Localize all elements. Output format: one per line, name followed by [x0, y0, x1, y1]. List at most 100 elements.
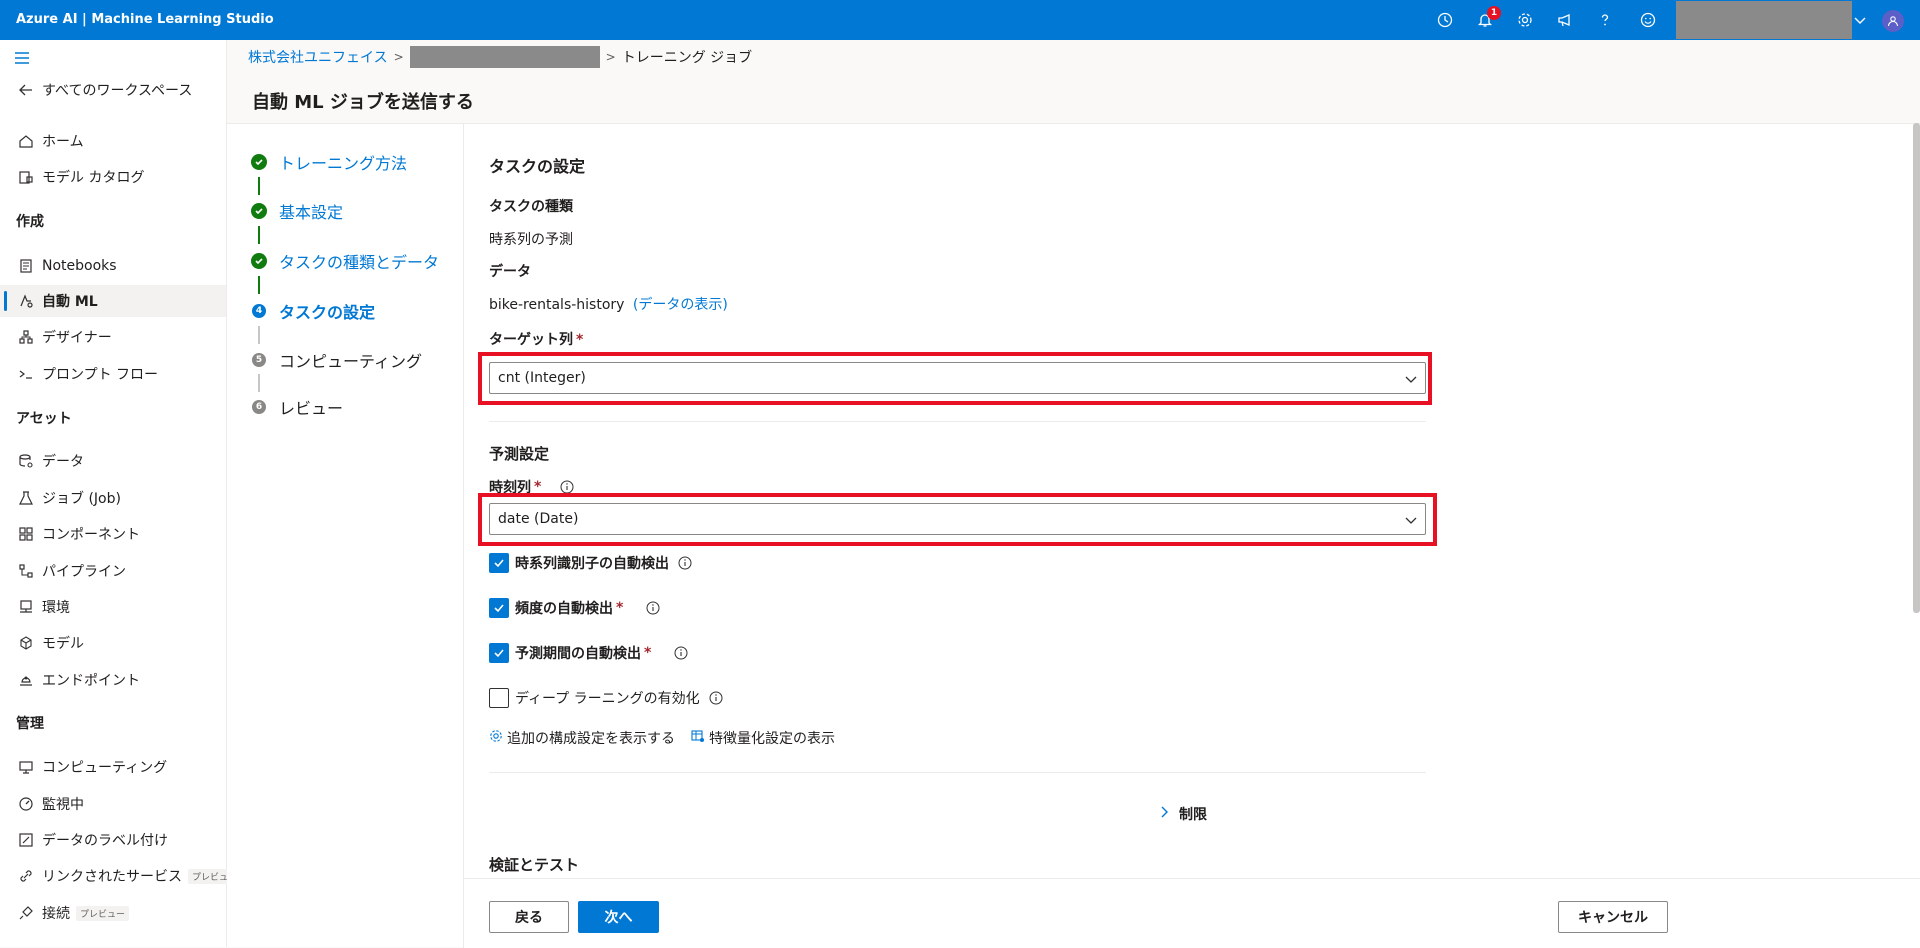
gear-icon[interactable]	[1513, 8, 1537, 32]
task-type-value: 時系列の予測	[489, 232, 573, 248]
step-number-badge: 4	[252, 304, 266, 318]
limits-expander[interactable]: 制限	[1157, 804, 1207, 824]
sidebar-item-pipelines[interactable]: パイプライン	[16, 559, 126, 583]
top-bar: Azure AI | Machine Learning Studio 1	[0, 0, 1920, 40]
dataset-name: bike-rentals-history	[489, 297, 625, 313]
info-icon[interactable]	[645, 600, 661, 616]
app-title[interactable]: Azure AI | Machine Learning Studio	[16, 12, 274, 27]
avatar[interactable]	[1882, 10, 1904, 32]
view-data-link[interactable]: (データの表示)	[633, 297, 728, 313]
sidebar-item-monitoring[interactable]: 監視中	[16, 792, 84, 816]
notification-badge: 1	[1487, 6, 1501, 20]
wizard-steps: トレーニング方法 基本設定 タスクの種類とデータ 4 タスクの設定 5 コンピュ…	[227, 124, 464, 948]
info-icon[interactable]	[673, 645, 689, 661]
step-number-badge: 6	[252, 400, 266, 414]
sidebar-item-linked-services[interactable]: リンクされたサービス プレビュー	[16, 864, 242, 888]
smiley-icon[interactable]	[1636, 8, 1660, 32]
preview-tag: プレビュー	[76, 905, 130, 921]
megaphone-icon[interactable]	[1553, 8, 1577, 32]
check-icon	[251, 154, 267, 170]
wizard-content: タスクの設定 タスクの種類 時系列の予測 データ bike-rentals-hi…	[464, 124, 1920, 878]
step-basic-settings[interactable]: 基本設定	[251, 199, 343, 223]
chevron-down-icon	[1403, 371, 1419, 387]
sidebar-item-endpoints[interactable]: エンドポイント	[16, 668, 140, 692]
sidebar-item-automl[interactable]: 自動 ML	[16, 289, 98, 313]
checkbox-checked-icon	[489, 643, 509, 663]
component-icon	[16, 524, 36, 544]
page-title: 自動 ML ジョブを送信する	[252, 92, 474, 113]
sidebar-item-environments[interactable]: 環境	[16, 595, 70, 619]
step-connector	[258, 326, 260, 344]
gear-icon	[489, 729, 503, 747]
link-icon	[16, 866, 36, 886]
prompt-flow-icon	[16, 364, 36, 384]
chevron-right-icon: >	[393, 50, 404, 64]
sidebar-item-jobs[interactable]: ジョブ (Job)	[16, 486, 121, 510]
notebook-icon	[16, 256, 36, 276]
step-connector	[258, 226, 260, 244]
bell-icon[interactable]: 1	[1473, 6, 1501, 32]
home-icon	[16, 131, 36, 151]
data-value: bike-rentals-history (データの表示)	[489, 294, 728, 314]
breadcrumb-root[interactable]: 株式会社ユニフェイス	[248, 47, 388, 67]
sidebar-item-data-labeling[interactable]: データのラベル付け	[16, 828, 168, 852]
checkbox-auto-detect-horizon[interactable]: 予測期間の自動検出 *	[489, 643, 689, 663]
sidebar-item-components[interactable]: コンポーネント	[16, 522, 140, 546]
back-button[interactable]: 戻る	[489, 901, 569, 933]
back-to-workspaces[interactable]: すべてのワークスペース	[16, 78, 192, 102]
sidebar-item-model-catalog[interactable]: モデル カタログ	[16, 165, 144, 189]
data-label: データ	[489, 264, 531, 280]
checkbox-checked-icon	[489, 598, 509, 618]
history-icon[interactable]	[1433, 8, 1457, 32]
additional-config-link[interactable]: 追加の構成設定を表示する	[489, 728, 675, 748]
info-icon[interactable]	[708, 690, 724, 706]
sidebar-item-designer[interactable]: デザイナー	[16, 325, 112, 349]
sidebar-item-models[interactable]: モデル	[16, 631, 84, 655]
redacted-workspace	[409, 46, 600, 68]
section-assets: アセット	[16, 411, 72, 427]
step-connector	[258, 177, 260, 195]
required-marker: *	[576, 332, 584, 348]
time-column-value: date (Date)	[498, 511, 579, 527]
designer-icon	[16, 327, 36, 347]
step-compute[interactable]: 5 コンピューティング	[251, 348, 422, 372]
sidebar-item-notebooks[interactable]: Notebooks	[16, 254, 117, 278]
compute-icon	[16, 757, 36, 777]
step-training-method[interactable]: トレーニング方法	[251, 150, 407, 174]
sidebar-item-prompt-flow[interactable]: プロンプト フロー	[16, 362, 158, 386]
environment-icon	[16, 597, 36, 617]
chevron-down-icon	[1403, 512, 1419, 528]
step-review[interactable]: 6 レビュー	[251, 395, 343, 419]
checkbox-auto-detect-frequency[interactable]: 頻度の自動検出 *	[489, 598, 661, 618]
sidebar-item-connections[interactable]: 接続 プレビュー	[16, 901, 130, 925]
label-icon	[16, 830, 36, 850]
target-column-value: cnt (Integer)	[498, 370, 586, 386]
step-number-badge: 5	[252, 353, 266, 367]
chevron-down-icon[interactable]	[1848, 8, 1872, 32]
step-task-type-data[interactable]: タスクの種類とデータ	[251, 249, 439, 273]
forecast-settings-heading: 予測設定	[489, 445, 550, 463]
step-task-settings[interactable]: 4 タスクの設定	[251, 299, 375, 323]
info-icon[interactable]	[677, 555, 693, 571]
checkbox-enable-deep-learning[interactable]: ディープ ラーニングの有効化	[489, 688, 724, 708]
sidebar-item-data[interactable]: データ	[16, 449, 84, 473]
featurization-link[interactable]: 特徴量化設定の表示	[691, 728, 835, 748]
required-marker: *	[616, 600, 624, 616]
help-icon[interactable]	[1593, 8, 1617, 32]
wizard-panel: トレーニング方法 基本設定 タスクの種類とデータ 4 タスクの設定 5 コンピュ…	[227, 123, 1920, 948]
time-column-dropdown[interactable]: date (Date)	[489, 503, 1426, 535]
next-button[interactable]: 次へ	[578, 901, 659, 933]
cancel-button[interactable]: キャンセル	[1558, 901, 1668, 933]
step-connector	[258, 276, 260, 294]
sidebar-item-home[interactable]: ホーム	[16, 129, 84, 153]
target-column-dropdown[interactable]: cnt (Integer)	[489, 362, 1426, 394]
flask-icon	[16, 488, 36, 508]
sidebar-item-compute[interactable]: コンピューティング	[16, 755, 167, 779]
task-type-label: タスクの種類	[489, 199, 573, 215]
hamburger-menu-icon[interactable]	[10, 46, 34, 70]
checkbox-auto-detect-series-id[interactable]: 時系列識別子の自動検出	[489, 553, 693, 573]
checkbox-unchecked-icon	[489, 688, 509, 708]
required-marker: *	[644, 645, 652, 661]
sidebar: すべてのワークスペース ホーム モデル カタログ 作成 Notebooks 自動…	[0, 40, 242, 947]
scrollbar[interactable]	[1913, 123, 1920, 613]
